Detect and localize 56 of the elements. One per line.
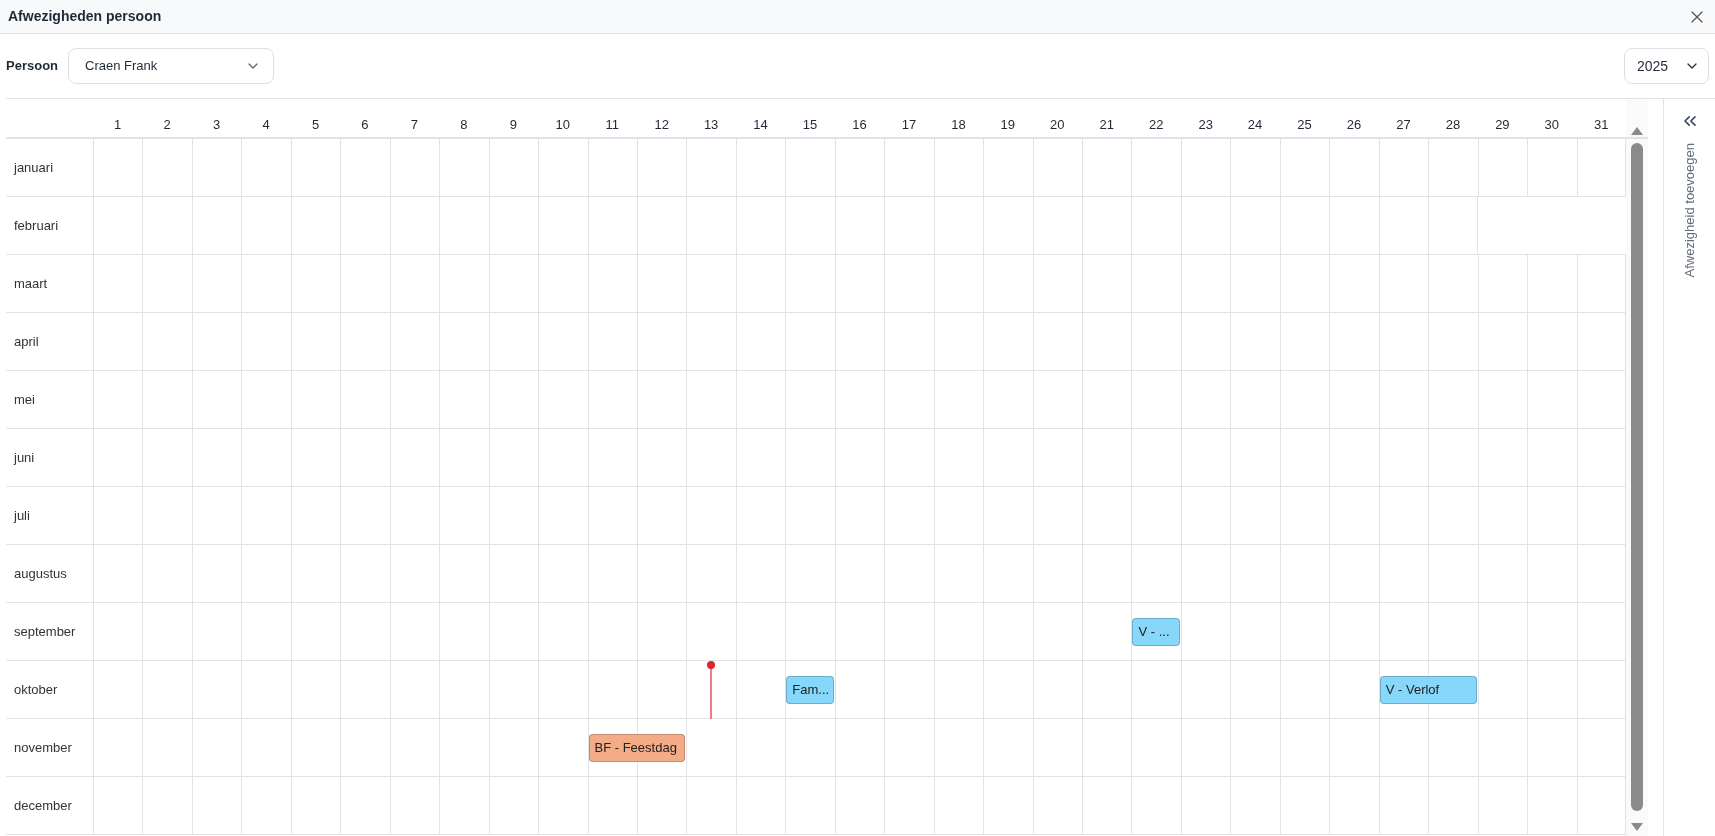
day-number: 9 (508, 115, 518, 134)
scroll-up-icon[interactable] (1630, 126, 1644, 135)
day-number: 8 (459, 115, 469, 134)
month-label: september (14, 622, 76, 641)
day-number: 11 (604, 115, 620, 134)
absence-entry[interactable]: V - ... (1132, 617, 1180, 646)
month-label: januari (14, 158, 54, 177)
day-number: 7 (409, 115, 420, 134)
day-number: 10 (554, 115, 571, 134)
day-number: 28 (1444, 115, 1462, 134)
absence-entry[interactable]: Fam... (786, 676, 834, 704)
day-number: 18 (950, 115, 967, 134)
day-number: 21 (1098, 115, 1115, 134)
month-label: april (14, 332, 39, 351)
month-label: november (14, 738, 72, 757)
day-number: 4 (261, 115, 271, 134)
day-number: 29 (1494, 115, 1511, 134)
day-number: 17 (900, 115, 918, 134)
person-select[interactable]: Craen Frank (68, 48, 274, 84)
day-number: 2 (162, 115, 172, 134)
day-number: 12 (653, 115, 670, 134)
day-number: 22 (1147, 115, 1165, 134)
absence-entry[interactable]: BF - Feestdag (588, 733, 686, 762)
day-number: 15 (801, 115, 819, 134)
day-number: 31 (1593, 115, 1610, 134)
scroll-down-icon[interactable] (1630, 823, 1644, 832)
add-absence-link[interactable]: Afwezigheid toevoegen (1679, 143, 1700, 278)
month-label: maart (14, 274, 48, 293)
year-select[interactable]: 2025 (1624, 48, 1709, 84)
day-number: 13 (702, 115, 720, 134)
day-number: 23 (1197, 115, 1214, 134)
person-label: Persoon (6, 57, 58, 76)
day-number: 20 (1049, 115, 1066, 134)
month-label: juli (14, 506, 30, 525)
day-number: 16 (851, 115, 868, 134)
day-number: 1 (113, 115, 123, 134)
day-number: 24 (1246, 115, 1264, 134)
scrollbar-thumb[interactable] (1631, 143, 1643, 811)
day-number: 19 (999, 115, 1017, 134)
day-number: 25 (1296, 115, 1313, 134)
window-title: Afwezigheden persoon (8, 7, 162, 26)
day-number: 27 (1395, 115, 1412, 134)
day-number: 26 (1345, 115, 1363, 134)
day-number: 5 (310, 115, 321, 134)
day-number: 3 (212, 115, 222, 134)
day-number: 14 (752, 115, 769, 134)
month-label: mei (14, 390, 35, 409)
day-number: 6 (360, 115, 370, 134)
month-label: februari (14, 216, 59, 235)
absence-entry[interactable]: V - Verlof (1379, 676, 1477, 704)
day-cell[interactable] (1428, 197, 1478, 254)
day-number: 30 (1543, 115, 1561, 134)
month-label: oktober (14, 680, 58, 699)
month-label: augustus (14, 564, 67, 583)
month-label: december (14, 796, 72, 815)
month-label: juni (14, 448, 35, 467)
